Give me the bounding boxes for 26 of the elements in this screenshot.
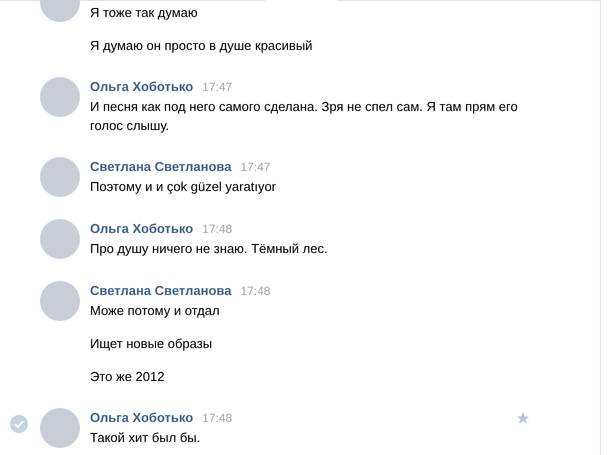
author-name[interactable]: Ольга Хоботько [90, 219, 194, 238]
avatar-placeholder[interactable] [40, 281, 80, 321]
message-time: 17:47 [240, 159, 270, 176]
message-text: Ищет новые образы [90, 335, 214, 353]
avatar-placeholder[interactable] [40, 219, 80, 259]
message-text: Я думаю он просто в душе красивый [90, 37, 312, 55]
message-text: Я тоже так думаю [90, 4, 199, 22]
message-text: Може потому и отдал [90, 302, 221, 320]
author-name[interactable]: Светлана Светланова [90, 157, 232, 176]
message-time: 17:48 [240, 283, 270, 300]
message-text: Это же 2012 [90, 368, 166, 386]
message-text: Про душу ничего не знаю. Тёмный лес. [90, 240, 328, 258]
avatar-placeholder[interactable] [40, 157, 80, 197]
author-name[interactable]: Светлана Светланова [90, 281, 232, 300]
message-time: 17:47 [202, 79, 232, 96]
author-name[interactable]: Ольга Хоботько [90, 408, 194, 427]
avatar-placeholder[interactable] [40, 77, 80, 117]
message-time: 17:48 [202, 410, 232, 427]
message-time: 17:48 [202, 221, 232, 238]
message-text: Поэтому и и çok güzel yaratıyor [90, 178, 276, 196]
message-text: Такой хит был бы. [90, 429, 202, 447]
checkmark-circle-icon[interactable] [10, 415, 28, 433]
message-text: И песня как под него самого сделана. Зря не спел сам. Я там прям его голос слышу. [90, 98, 519, 135]
star-icon[interactable] [516, 411, 530, 425]
avatar-placeholder[interactable] [40, 408, 80, 448]
author-name[interactable]: Ольга Хоботько [90, 77, 194, 96]
